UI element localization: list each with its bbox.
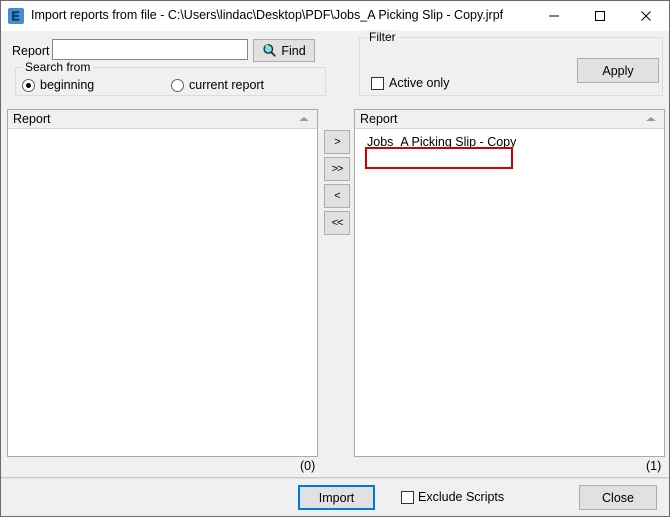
- report-label: Report: [12, 44, 50, 58]
- move-right-button[interactable]: >: [324, 130, 350, 154]
- selected-reports-header[interactable]: Report: [355, 110, 664, 129]
- available-reports-count: (0): [300, 459, 316, 473]
- radio-current-report-label: current report: [189, 78, 265, 92]
- radio-beginning[interactable]: beginning: [22, 78, 94, 92]
- apply-button-label: Apply: [602, 63, 634, 78]
- window-title: Import reports from file - C:\Users\lind…: [31, 8, 504, 22]
- selected-reports-list[interactable]: Report Jobs_A Picking Slip - Copy: [354, 109, 665, 457]
- search-from-group: Search from beginning current report: [15, 60, 326, 96]
- move-left-button[interactable]: <: [324, 184, 350, 208]
- import-reports-dialog: Import reports from file - C:\Users\lind…: [0, 0, 670, 517]
- filter-group: Filter Active only Apply: [359, 30, 663, 96]
- close-icon[interactable]: [623, 1, 669, 30]
- available-reports-body[interactable]: [8, 129, 317, 456]
- selected-reports-count: (1): [646, 459, 662, 473]
- magnifier-icon: [262, 43, 277, 58]
- radio-current-report[interactable]: current report: [171, 78, 264, 92]
- exclude-scripts-label: Exclude Scripts: [418, 490, 505, 504]
- close-button-label: Close: [602, 490, 634, 505]
- close-button[interactable]: Close: [579, 485, 657, 510]
- import-button-label: Import: [318, 490, 355, 505]
- apply-button[interactable]: Apply: [577, 58, 659, 83]
- sort-ascending-icon[interactable]: [299, 117, 309, 121]
- move-left-label: <: [334, 190, 341, 202]
- selection-highlight-box: [365, 147, 513, 169]
- app-icon: [8, 8, 24, 24]
- radio-current-report-indicator[interactable]: [171, 78, 184, 92]
- selected-reports-body[interactable]: Jobs_A Picking Slip - Copy: [355, 129, 664, 456]
- active-only-checkbox-box[interactable]: [371, 76, 384, 90]
- available-reports-header-label: Report: [13, 112, 51, 126]
- active-only-label: Active only: [389, 76, 450, 90]
- selected-reports-header-label: Report: [360, 112, 398, 126]
- list-item[interactable]: Jobs_A Picking Slip - Copy: [367, 135, 516, 149]
- report-search-input[interactable]: [52, 39, 248, 60]
- move-all-right-label: >>: [331, 163, 344, 175]
- find-button[interactable]: Find: [253, 39, 315, 62]
- title-bar: Import reports from file - C:\Users\lind…: [1, 1, 669, 32]
- radio-beginning-label: beginning: [40, 78, 95, 92]
- footer-divider: [1, 477, 669, 479]
- minimize-icon[interactable]: [531, 1, 577, 30]
- search-from-group-title: Search from: [22, 60, 94, 74]
- maximize-icon[interactable]: [577, 1, 623, 30]
- active-only-checkbox[interactable]: Active only: [371, 76, 449, 90]
- sort-ascending-icon[interactable]: [646, 117, 656, 121]
- exclude-scripts-checkbox[interactable]: Exclude Scripts: [401, 490, 504, 504]
- move-all-right-button[interactable]: >>: [324, 157, 350, 181]
- available-reports-header[interactable]: Report: [8, 110, 317, 129]
- filter-group-title: Filter: [366, 30, 399, 44]
- find-button-label: Find: [281, 43, 306, 58]
- move-all-left-button[interactable]: <<: [324, 211, 350, 235]
- radio-beginning-indicator[interactable]: [22, 78, 35, 92]
- available-reports-list[interactable]: Report: [7, 109, 318, 457]
- move-right-label: >: [334, 136, 341, 148]
- exclude-scripts-checkbox-box[interactable]: [401, 490, 414, 504]
- move-all-left-label: <<: [331, 217, 344, 229]
- import-button[interactable]: Import: [298, 485, 375, 510]
